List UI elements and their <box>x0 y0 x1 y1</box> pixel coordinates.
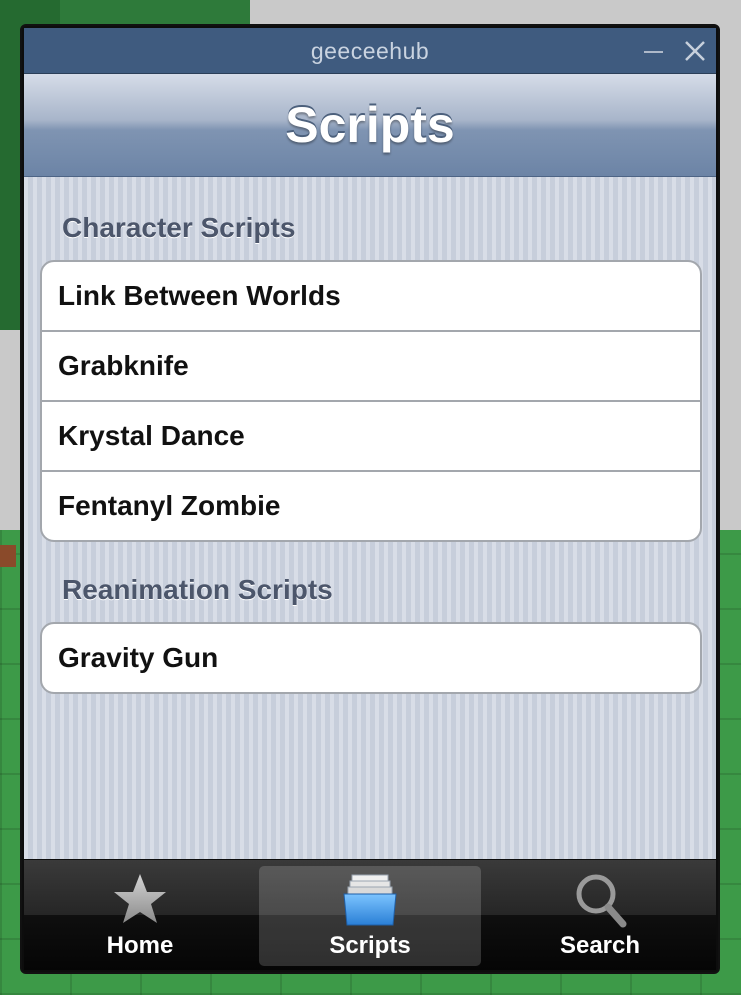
tab-bar: Home Scripts Search <box>24 860 716 970</box>
list-item[interactable]: Link Between Worlds <box>42 262 700 332</box>
game-background-block <box>0 545 16 567</box>
minimize-icon <box>644 51 663 53</box>
tab-home[interactable]: Home <box>29 866 251 966</box>
tab-search[interactable]: Search <box>489 866 711 966</box>
scripts-list[interactable]: Character Scripts Link Between Worlds Gr… <box>24 177 716 859</box>
search-icon <box>576 874 627 928</box>
tab-label-home: Home <box>106 932 174 959</box>
list-item[interactable]: Krystal Dance <box>42 402 700 472</box>
star-icon <box>114 874 166 923</box>
list-item[interactable]: Fentanyl Zombie <box>42 472 700 540</box>
list-item[interactable]: Grabknife <box>42 332 700 402</box>
list-item[interactable]: Gravity Gun <box>42 624 700 692</box>
tab-label-search: Search <box>559 932 641 959</box>
close-icon <box>685 41 705 61</box>
reanimation-scripts-group: Gravity Gun <box>40 622 702 694</box>
section-header-character: Character Scripts <box>62 212 296 243</box>
minimize-button[interactable] <box>636 34 670 68</box>
tab-scripts[interactable]: Scripts <box>259 866 481 966</box>
window-titlebar[interactable]: geeceehub <box>24 28 716 74</box>
window-title: geeceehub <box>310 38 430 64</box>
section-header-reanimation: Reanimation Scripts <box>62 574 333 605</box>
page-title: Scripts <box>285 97 455 153</box>
navigation-bar: Scripts <box>24 74 716 177</box>
tab-label-scripts: Scripts <box>329 932 411 959</box>
folder-icon <box>343 874 397 926</box>
geeceehub-window: geeceehub Scripts Character Scripts Link… <box>20 24 720 974</box>
character-scripts-group: Link Between Worlds Grabknife Krystal Da… <box>40 260 702 542</box>
close-button[interactable] <box>678 34 712 68</box>
